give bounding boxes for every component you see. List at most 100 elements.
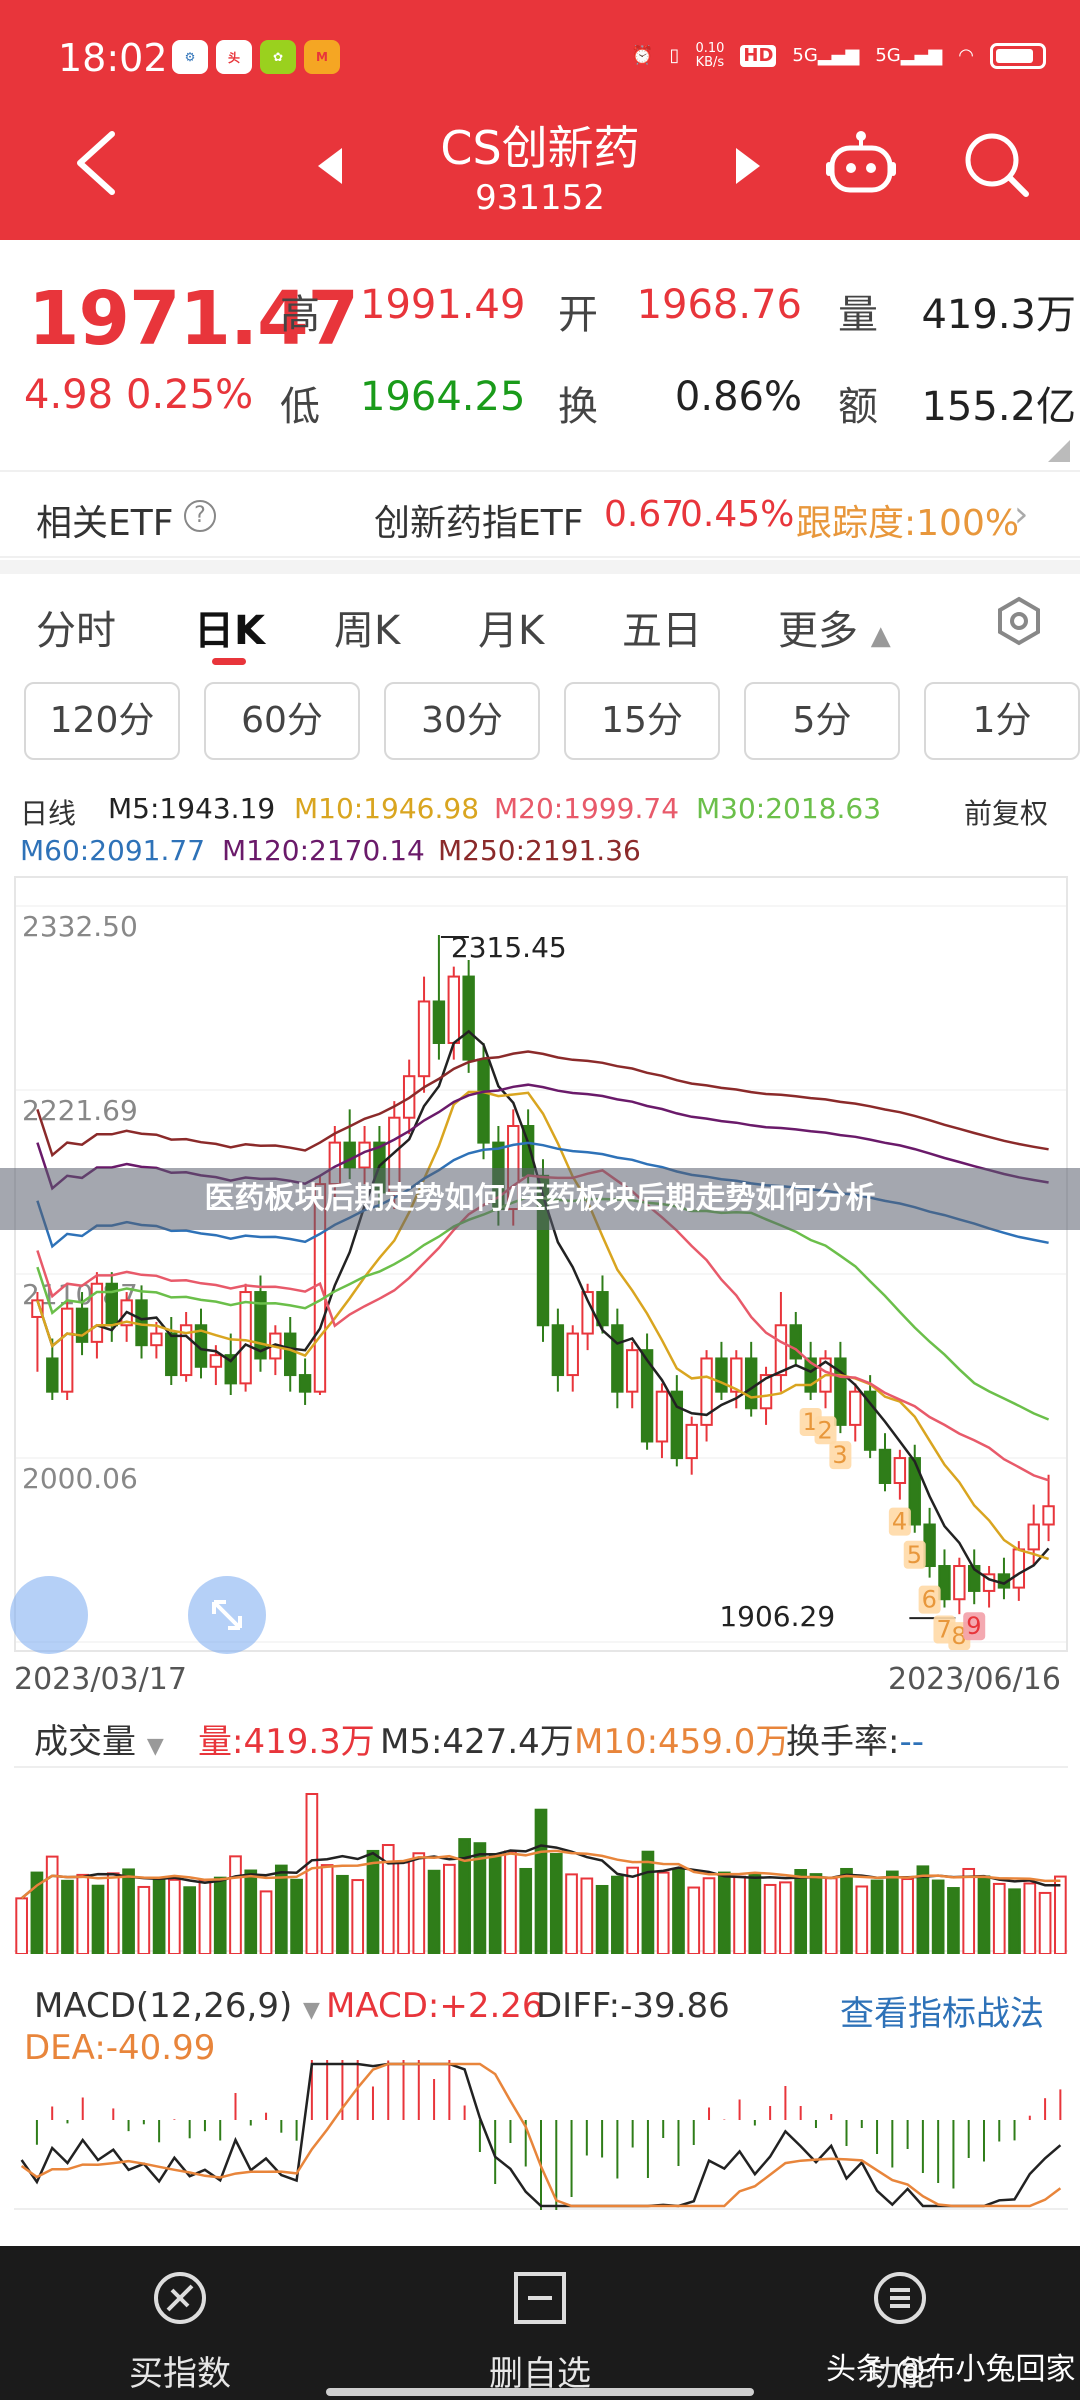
candle-body <box>298 1374 312 1393</box>
volume-chart[interactable] <box>14 1766 1068 1956</box>
volume-bar <box>809 1873 823 1955</box>
ma20-value: M20:1999.74 <box>494 792 680 825</box>
candle-body <box>1042 1505 1055 1526</box>
tab-weekly-k[interactable]: 周K <box>334 598 400 656</box>
volume-m10: M10:459.0万 <box>574 1722 790 1762</box>
volume-bar <box>962 1867 976 1955</box>
chevron-right-icon[interactable]: › <box>1014 494 1028 535</box>
settings-hex-icon[interactable] <box>994 596 1044 646</box>
status-time: 18:02 <box>58 36 168 80</box>
volume-bar <box>672 1869 685 1955</box>
candle-body <box>462 975 475 1061</box>
volume-bar <box>412 1852 426 1955</box>
volume-bar <box>1038 1891 1052 1955</box>
candle-body <box>655 1390 669 1443</box>
volume-bar <box>855 1885 869 1955</box>
related-etf-row[interactable]: 相关ETF ? 创新药指ETF 0.67 0.45% 跟踪度:100% › <box>0 470 1080 558</box>
subtab-1min[interactable]: 1分 <box>924 682 1080 760</box>
volume-bar <box>106 1872 120 1955</box>
candle-body <box>878 1448 892 1484</box>
robot-assistant-icon[interactable] <box>826 128 896 198</box>
app-header: 18:02 ⚙ 头 ✿ M ⏰ ▯ 0.10 KB/s HD 5G▂▄▆ 5G▂▄… <box>0 0 1080 240</box>
volume-bar <box>427 1869 441 1955</box>
ma10-value: M10:1946.98 <box>294 792 480 825</box>
remove-watchlist-button[interactable]: 删自选 <box>360 2246 720 2400</box>
wifi-icon: ◠ <box>958 45 974 66</box>
subtab-120min[interactable]: 120分 <box>24 682 180 760</box>
candle-body <box>953 1565 966 1601</box>
low-value: 1964.25 <box>360 374 526 420</box>
volume-bar <box>656 1871 670 1955</box>
volume-bar <box>366 1849 380 1955</box>
volume-value: 量:419.3万 <box>198 1722 375 1762</box>
volume-bar <box>580 1877 594 1955</box>
candle-body <box>477 1058 490 1144</box>
candle-body <box>626 1349 639 1393</box>
tab-more[interactable]: 更多 ▲ <box>778 598 891 656</box>
macd-strategy-link[interactable]: 查看指标战法 <box>840 1986 1044 2035</box>
section-divider <box>0 560 1080 574</box>
min-price-label: 1906.29 <box>719 1600 835 1633</box>
active-tab-indicator <box>212 658 246 665</box>
subtab-15min[interactable]: 15分 <box>564 682 720 760</box>
candle-body <box>75 1307 89 1343</box>
tab-daily-k[interactable]: 日K <box>194 598 265 656</box>
volume-bar <box>259 1890 273 1955</box>
next-stock-icon[interactable] <box>736 148 760 184</box>
remove-watchlist-icon <box>514 2272 566 2324</box>
candle-body <box>239 1291 252 1385</box>
volume-bar <box>122 1868 135 1955</box>
help-icon[interactable]: ? <box>184 500 216 532</box>
volume-bar <box>901 1878 914 1955</box>
candle-body <box>849 1390 862 1426</box>
td-marker: 2 <box>818 1416 833 1444</box>
candle-body <box>343 1141 356 1169</box>
volume-bar <box>885 1870 899 1955</box>
turnover-rate: 换手率:-- <box>786 1722 925 1762</box>
x-end-date: 2023/06/16 <box>888 1662 1061 1697</box>
tab-intraday[interactable]: 分时 <box>36 598 116 656</box>
volume-bar <box>641 1850 655 1955</box>
menu-icon <box>874 2272 926 2324</box>
battery-icon <box>990 43 1046 69</box>
volume-bar <box>626 1866 639 1955</box>
kline-type: 日线 <box>20 797 77 830</box>
expand-corner-icon[interactable] <box>1048 440 1070 462</box>
hd-icon: HD <box>740 45 777 67</box>
subtab-5min[interactable]: 5分 <box>744 682 900 760</box>
turnover-label: 换 <box>558 384 598 430</box>
stock-code: 931152 <box>475 178 605 218</box>
volume-bar <box>244 1869 258 1955</box>
alarm-icon: ⏰ <box>631 45 654 66</box>
subtab-60min[interactable]: 60分 <box>204 682 360 760</box>
buy-index-button[interactable]: 买指数 <box>0 2246 360 2400</box>
macd-chart[interactable] <box>14 2027 1068 2237</box>
ma250-value: M250:2191.36 <box>438 834 641 867</box>
volume-bar <box>947 1887 960 1955</box>
kline-chart[interactable]: 2332.502221.692110.872000.061889.242315.… <box>14 876 1068 1679</box>
fullscreen-icon[interactable] <box>188 1576 266 1654</box>
volume-selector[interactable]: 成交量 ▼ <box>34 1714 164 1763</box>
volume-bar <box>183 1886 197 1955</box>
adjust-mode[interactable]: 前复权 <box>964 792 1048 832</box>
td-marker: 6 <box>922 1586 937 1614</box>
volume-bar <box>840 1867 853 1955</box>
tab-monthly-k[interactable]: 月K <box>478 598 544 656</box>
search-icon[interactable] <box>962 130 1030 198</box>
y-tick-label: 2000.06 <box>22 1462 138 1495</box>
candle-body <box>417 1000 431 1078</box>
subtab-30min[interactable]: 30分 <box>384 682 540 760</box>
tab-five-day[interactable]: 五日 <box>622 598 702 656</box>
macd-selector[interactable]: MACD(12,26,9) ▼ <box>34 1986 320 2026</box>
price-change: 4.98 <box>24 372 114 418</box>
ma5-value: M5:1943.19 <box>108 792 276 825</box>
volume-bar <box>534 1808 548 1956</box>
candle-body <box>611 1324 624 1393</box>
volume-bar <box>595 1884 609 1955</box>
turnover-value: 0.86% <box>674 374 802 420</box>
etf-price: 0.67 <box>604 494 685 535</box>
expand-arrows-icon[interactable] <box>10 1576 88 1654</box>
dropdown-icon: ▼ <box>146 1734 164 1759</box>
period-tabs: 分时 日K 周K 月K 五日 更多 ▲ <box>0 574 1080 674</box>
candle-body <box>744 1357 758 1410</box>
